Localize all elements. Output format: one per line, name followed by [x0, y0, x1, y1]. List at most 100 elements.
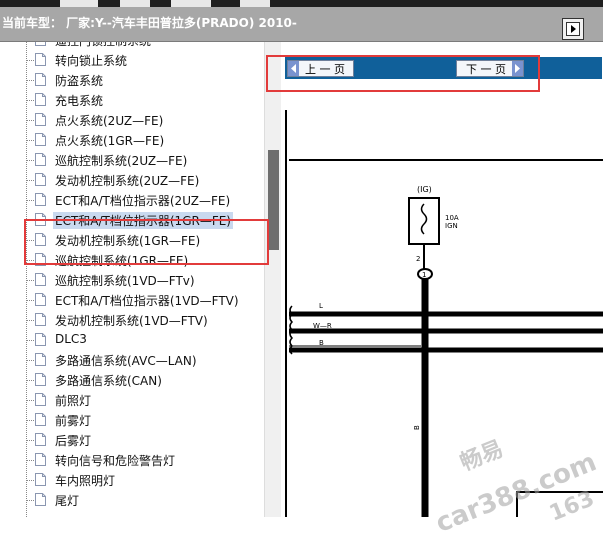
document-icon [35, 42, 46, 46]
tree-item-label: 遥控门锁控制系统 [55, 42, 151, 49]
tree-item[interactable]: 转向信号和危险警告灯 [26, 450, 264, 470]
wire-branch-label: B [413, 425, 421, 430]
fuse-name-label: IGN [445, 222, 458, 230]
tree-item[interactable]: 前雾灯 [26, 410, 264, 430]
document-icon [35, 313, 46, 326]
fuse-source-label: (IG) [417, 185, 432, 194]
tree-item[interactable]: ECT和A/T档位指示器(2UZ—FE) [26, 190, 264, 210]
document-icon [35, 273, 46, 286]
wire-b-label: B [319, 339, 324, 347]
document-icon [35, 93, 46, 106]
tree-item[interactable]: 发动机控制系统(1VD—FTV) [26, 310, 264, 330]
tree-branch-line [26, 420, 34, 421]
tree-item-label: 充电系统 [55, 94, 104, 108]
document-icon [35, 193, 46, 206]
document-icon [35, 133, 46, 146]
tree-branch-line [26, 400, 34, 401]
tree-branch-line [26, 60, 34, 61]
tree-item-label: ECT和A/T档位指示器(1VD—FTV) [55, 294, 239, 308]
tree-item-label: 发动机控制系统(1VD—FTV) [55, 314, 208, 328]
window-top-strip [0, 0, 603, 7]
document-icon [35, 113, 46, 126]
tree-item[interactable]: 防盗系统 [26, 70, 264, 90]
document-icon [35, 53, 46, 66]
tree-item-label: 转向锁止系统 [55, 54, 128, 68]
tree-branch-line [26, 200, 34, 201]
tree-item-label: 巡航控制系统(2UZ—FE) [55, 154, 188, 168]
connector-label: 1 [422, 271, 426, 279]
tree-scrollbar[interactable] [264, 42, 281, 517]
tree-item-label: 巡航控制系统(1VD—FTv) [55, 274, 195, 288]
current-vehicle-title: 当前车型： 厂家:Y--汽车丰田普拉多(PRADO) 2010- [2, 16, 297, 30]
tree-item[interactable]: 多路通信系统(AVC—LAN) [26, 350, 264, 370]
tree-item[interactable]: 转向锁止系统 [26, 50, 264, 70]
play-arrow-icon [566, 22, 580, 36]
document-icon [35, 333, 46, 346]
document-icon [35, 453, 46, 466]
tree-item[interactable]: 多路通信系统(CAN) [26, 370, 264, 390]
diagram-viewer: 上 一 页 下 一 页 (IG) 10A IGN 2 1 L W—R B B 畅… [281, 42, 603, 539]
tree-branch-line [26, 80, 34, 81]
tree-item-label: 转向信号和危险警告灯 [55, 454, 176, 468]
document-icon [35, 493, 46, 506]
tree-branch-line [26, 160, 34, 161]
tree-item[interactable]: 前照灯 [26, 390, 264, 410]
tree-item[interactable]: DLC3 [26, 330, 264, 350]
forward-button[interactable] [562, 18, 584, 40]
tree-branch-line [26, 140, 34, 141]
tree-item[interactable]: 点火系统(1GR—FE) [26, 130, 264, 150]
document-icon [35, 373, 46, 386]
tree-item[interactable]: 车内照明灯 [26, 470, 264, 490]
tree-item[interactable]: 遥控门锁控制系统 [26, 42, 264, 50]
tree-branch-line [26, 500, 34, 501]
tree-branch-line [26, 380, 34, 381]
tree-item-label: 点火系统(2UZ—FE) [55, 114, 164, 128]
tree-item-label: 后雾灯 [55, 434, 92, 448]
tree-branch-line [26, 180, 34, 181]
vehicle-header: 当前车型： 厂家:Y--汽车丰田普拉多(PRADO) 2010- [0, 7, 603, 42]
document-icon [35, 353, 46, 366]
tree-branch-line [26, 460, 34, 461]
document-icon [35, 393, 46, 406]
document-icon [35, 413, 46, 426]
tree-branch-line [26, 440, 34, 441]
tree-item[interactable]: 点火系统(2UZ—FE) [26, 110, 264, 130]
tree-item-label: 防盗系统 [55, 74, 104, 88]
tree-branch-line [26, 360, 34, 361]
tree-item-label: 车内照明灯 [55, 474, 116, 488]
tree-item-label: DLC3 [55, 332, 87, 346]
tree-highlight-box [24, 219, 269, 265]
tree-item[interactable]: 巡航控制系统(2UZ—FE) [26, 150, 264, 170]
document-icon [35, 173, 46, 186]
tree-item[interactable]: 发动机控制系统(2UZ—FE) [26, 170, 264, 190]
tree-item-label: 前照灯 [55, 394, 92, 408]
tree-item-label: 多路通信系统(CAN) [55, 374, 162, 388]
tree-item[interactable]: 后雾灯 [26, 430, 264, 450]
tree-branch-line [26, 100, 34, 101]
pin-label: 2 [416, 255, 420, 263]
tree-item-label: 多路通信系统(AVC—LAN) [55, 354, 197, 368]
system-tree: 遥控门锁控制系统转向锁止系统防盗系统充电系统点火系统(2UZ—FE) 点火系统(1… [0, 42, 264, 517]
tree-branch-line [26, 280, 34, 281]
tree-item[interactable]: 尾灯 [26, 490, 264, 510]
document-icon [35, 433, 46, 446]
wiring-diagram: (IG) 10A IGN 2 1 L W—R B B [285, 110, 603, 517]
tree-item[interactable]: 巡航控制系统(1VD—FTv) [26, 270, 264, 290]
tree-item[interactable]: ECT和A/T档位指示器(1VD—FTV) [26, 290, 264, 310]
tree-branch-line [26, 340, 34, 341]
toolbar-highlight-box [266, 55, 540, 92]
document-icon [35, 473, 46, 486]
tree-branch-line [26, 300, 34, 301]
document-icon [35, 73, 46, 86]
document-icon [35, 293, 46, 306]
tree-item-label: 前雾灯 [55, 414, 92, 428]
document-icon [35, 153, 46, 166]
tree-item-label: 点火系统(1GR—FE) [55, 134, 165, 148]
tree-scrollbar-thumb[interactable] [268, 150, 279, 250]
fuse-rating-label: 10A [445, 214, 459, 222]
tree-item-label: ECT和A/T档位指示器(2UZ—FE) [55, 194, 231, 208]
tree-item[interactable]: 充电系统 [26, 90, 264, 110]
tree-branch-line [26, 480, 34, 481]
tree-item-label: 尾灯 [55, 494, 80, 508]
tree-branch-line [26, 120, 34, 121]
